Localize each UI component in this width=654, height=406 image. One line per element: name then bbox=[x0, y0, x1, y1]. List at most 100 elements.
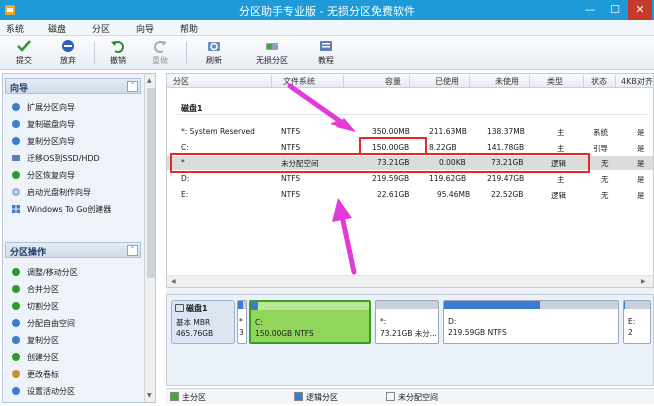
table-row[interactable]: C: NTFS 150.00GB 8.22GB 141.78GB 主 引导 是 bbox=[167, 141, 653, 155]
lossless-partition-button[interactable]: 无损分区 bbox=[244, 38, 300, 68]
col-4kb-align[interactable]: 4KB对齐 bbox=[621, 76, 653, 87]
table-row-selected[interactable]: * 未分配空间 73.21GB 0.00KB 73.21GB 逻辑 无 是 bbox=[167, 156, 653, 170]
menu-system[interactable]: 系统 bbox=[6, 22, 24, 35]
split-icon bbox=[12, 302, 20, 310]
discard-button[interactable]: 放弃 bbox=[48, 38, 88, 68]
cell-filesystem: NTFS bbox=[281, 190, 301, 199]
scroll-right-icon[interactable]: ▶ bbox=[641, 278, 646, 285]
collapse-icon[interactable]: ˄ bbox=[127, 81, 138, 92]
sidebar-item-allocate-free-space[interactable]: 分配自由空间 bbox=[11, 317, 143, 331]
column-divider bbox=[343, 75, 344, 87]
table-row[interactable]: E: NTFS 22.61GB 95.46MB 22.52GB 逻辑 无 是 bbox=[167, 188, 653, 202]
partition-name: C: bbox=[255, 318, 263, 327]
label-icon bbox=[12, 370, 20, 378]
sidebar-item-create-partition[interactable]: 创建分区 bbox=[11, 351, 143, 365]
cell-status: 系统 bbox=[593, 128, 608, 137]
sidebar-item-copy-partition[interactable]: 复制分区 bbox=[11, 334, 143, 348]
cell-capacity: 73.21GB bbox=[377, 158, 410, 167]
partition-name: *: bbox=[380, 317, 387, 326]
partition-block-system-reserved[interactable]: * 3 bbox=[237, 300, 247, 344]
cell-used: 95.46MB bbox=[437, 190, 471, 199]
legend-label: 主分区 bbox=[182, 393, 206, 402]
menu-wizard[interactable]: 向导 bbox=[136, 22, 154, 35]
col-free[interactable]: 未使用 bbox=[495, 76, 519, 87]
col-partition[interactable]: 分区 bbox=[173, 76, 189, 87]
scroll-down-icon[interactable]: ▼ bbox=[147, 392, 152, 399]
windows-icon bbox=[12, 205, 20, 213]
partition-ops-panel-header[interactable]: 分区操作 ˄ bbox=[5, 242, 141, 258]
cell-capacity: 150.00GB bbox=[372, 143, 410, 152]
cell-free: 141.78GB bbox=[487, 143, 525, 152]
wizard-panel-header[interactable]: 向导 ˄ bbox=[5, 78, 141, 94]
partition-block-e[interactable]: E: 2 bbox=[623, 300, 651, 344]
col-used[interactable]: 已使用 bbox=[435, 76, 459, 87]
refresh-button[interactable]: 刷新 bbox=[194, 38, 234, 68]
scroll-thumb[interactable] bbox=[147, 88, 155, 278]
cell-type: 主 bbox=[557, 144, 565, 153]
discard-icon bbox=[62, 40, 74, 52]
menu-partition[interactable]: 分区 bbox=[92, 22, 110, 35]
close-button[interactable]: ✕ bbox=[628, 0, 652, 20]
sidebar-item-set-active[interactable]: 设置活动分区 bbox=[11, 385, 143, 399]
menu-disk[interactable]: 磁盘 bbox=[48, 22, 66, 35]
disk-info-card[interactable]: 磁盘1 基本 MBR 465.76GB bbox=[171, 300, 235, 344]
col-type[interactable]: 类型 bbox=[547, 76, 563, 87]
menu-help[interactable]: 帮助 bbox=[180, 22, 198, 35]
cell-type: 逻辑 bbox=[551, 191, 566, 200]
table-horizontal-scrollbar[interactable]: ◀ ▶ bbox=[167, 275, 653, 287]
sidebar-item-windows-to-go[interactable]: Windows To Go创建器 bbox=[11, 203, 143, 217]
cell-partition: C: bbox=[181, 143, 189, 152]
sidebar-item-resize-move[interactable]: 调整/移动分区 bbox=[11, 266, 143, 280]
tutorial-icon bbox=[320, 41, 332, 51]
cell-filesystem: NTFS bbox=[281, 174, 301, 183]
partition-block-unallocated[interactable]: *: 73.21GB 未分... bbox=[375, 300, 439, 344]
cell-used: 119.62GB bbox=[429, 174, 467, 183]
resize-icon bbox=[12, 268, 20, 276]
sidebar-item-copy-disk-wizard[interactable]: 复制磁盘向导 bbox=[11, 118, 143, 132]
table-row[interactable]: *: System Reserved NTFS 350.00MB 211.63M… bbox=[167, 125, 653, 139]
commit-button[interactable]: 提交 bbox=[4, 38, 44, 68]
usage-fill bbox=[624, 301, 626, 309]
sidebar-item-migrate-os[interactable]: 迁移OS到SSD/HDD bbox=[11, 152, 143, 166]
legend: 主分区 逻辑分区 未分配空间 bbox=[166, 388, 654, 404]
legend-label: 未分配空间 bbox=[398, 393, 438, 402]
partition-detail: 3 bbox=[239, 328, 244, 337]
sidebar-scrollbar[interactable]: ▲ ▼ bbox=[144, 74, 155, 402]
cell-capacity: 350.00MB bbox=[372, 127, 410, 136]
cell-capacity: 22.61GB bbox=[377, 190, 410, 199]
col-status[interactable]: 状态 bbox=[591, 76, 607, 87]
usage-fill bbox=[251, 302, 259, 310]
col-filesystem[interactable]: 文件系统 bbox=[283, 76, 315, 87]
partition-block-d[interactable]: D: 219.59GB NTFS bbox=[443, 300, 619, 344]
sidebar-item-extend-partition-wizard[interactable]: 扩展分区向导 bbox=[11, 101, 143, 115]
cell-used: 0.00KB bbox=[439, 158, 466, 167]
column-divider bbox=[583, 75, 584, 87]
cell-4kb: 是 bbox=[637, 175, 645, 184]
scroll-up-icon[interactable]: ▲ bbox=[147, 77, 152, 84]
cell-status: 无 bbox=[601, 159, 609, 168]
col-capacity[interactable]: 容量 bbox=[385, 76, 401, 87]
sidebar-item-partition-recovery[interactable]: 分区恢复向导 bbox=[11, 169, 143, 183]
cell-free: 138.37MB bbox=[487, 127, 525, 136]
maximize-button[interactable]: ☐ bbox=[603, 0, 627, 20]
scroll-left-icon[interactable]: ◀ bbox=[171, 278, 176, 285]
sidebar-item-merge[interactable]: 合并分区 bbox=[11, 283, 143, 297]
sidebar-item-split[interactable]: 切割分区 bbox=[11, 300, 143, 314]
undo-button[interactable]: 撤销 bbox=[98, 38, 138, 68]
toolbar: 提交 放弃 撤销 重做 刷新 无损分区 教程 bbox=[0, 36, 654, 70]
cell-status: 无 bbox=[601, 175, 609, 184]
cell-used: 211.63MB bbox=[429, 127, 467, 136]
column-divider bbox=[271, 75, 272, 87]
collapse-icon[interactable]: ˄ bbox=[127, 245, 138, 256]
primary-swatch-icon bbox=[170, 392, 179, 401]
table-row[interactable]: D: NTFS 219.59GB 119.62GB 219.47GB 主 无 是 bbox=[167, 172, 653, 186]
menu-bar: 系统 磁盘 分区 向导 帮助 bbox=[0, 20, 654, 36]
minimize-button[interactable]: — bbox=[578, 0, 602, 20]
redo-button[interactable]: 重做 bbox=[140, 38, 180, 68]
tutorial-button[interactable]: 教程 bbox=[306, 38, 346, 68]
cell-free: 73.21GB bbox=[491, 158, 524, 167]
sidebar-item-change-label[interactable]: 更改卷标 bbox=[11, 368, 143, 382]
sidebar-item-boot-cd[interactable]: 启动光盘制作向导 bbox=[11, 186, 143, 200]
sidebar-item-copy-partition-wizard[interactable]: 复制分区向导 bbox=[11, 135, 143, 149]
partition-block-c[interactable]: C: 150.00GB NTFS bbox=[249, 300, 371, 344]
